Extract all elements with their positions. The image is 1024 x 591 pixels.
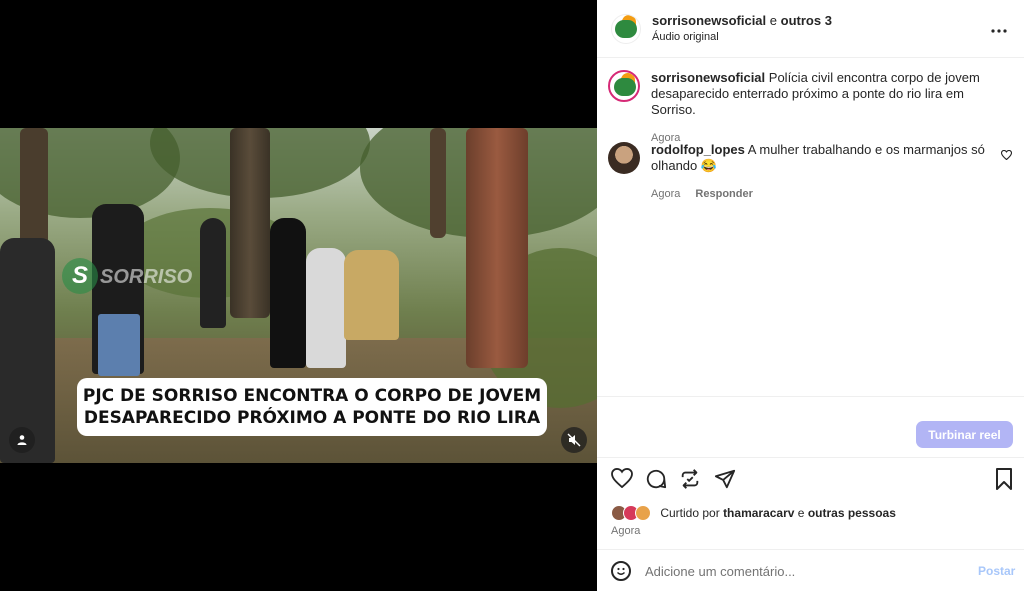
video-person	[270, 218, 306, 368]
video-person	[200, 218, 226, 328]
liker-avatars	[611, 505, 655, 521]
media-panel: S SORRISO PJC DE SORRISO ENCONTRA O CORPO…	[0, 0, 597, 591]
comment-input[interactable]	[645, 560, 965, 582]
likes-connector: e	[797, 506, 805, 520]
comment-username[interactable]: sorrisonewsoficial	[651, 70, 765, 85]
send-icon[interactable]	[713, 468, 737, 492]
boost-area: Turbinar reel	[597, 396, 1024, 458]
reply-button[interactable]: Responder	[695, 188, 752, 200]
bookmark-icon[interactable]	[992, 468, 1016, 492]
reel-video[interactable]: S SORRISO PJC DE SORRISO ENCONTRA O CORPO…	[0, 128, 597, 463]
comment-icon[interactable]	[644, 468, 668, 492]
post-panel: sorrisonewsoficial e outros 3 Áudio orig…	[597, 0, 1024, 591]
video-watermark: S SORRISO	[62, 258, 192, 294]
comment-time: Agora	[651, 188, 681, 200]
video-tree	[466, 128, 528, 368]
video-tree	[20, 128, 48, 248]
video-caption-line: DESAPARECIDO PRÓXIMO A PONTE DO RIO LIRA	[83, 408, 541, 428]
action-bar	[597, 466, 1024, 496]
boost-reel-button[interactable]: Turbinar reel	[916, 421, 1013, 448]
comment-username[interactable]: rodolfop_lopes	[651, 142, 745, 157]
comment-body: sorrisonewsoficial Polícia civil encontr…	[651, 70, 991, 146]
video-caption: PJC DE SORRISO ENCONTRA O CORPO DE JOVEM…	[77, 378, 547, 436]
comments-list: sorrisonewsoficial Polícia civil encontr…	[597, 58, 1024, 396]
header-connector: e	[769, 13, 778, 28]
heart-icon[interactable]	[1000, 149, 1013, 163]
video-person	[344, 250, 399, 340]
header-author: sorrisonewsoficial e outros 3	[652, 13, 832, 28]
audio-label[interactable]: Áudio original	[652, 31, 719, 43]
likes-summary: Curtido por thamaracarv e outras pessoas	[611, 505, 896, 523]
video-tree	[430, 128, 446, 238]
others-likes-link[interactable]: outras pessoas	[808, 506, 896, 520]
post-button[interactable]: Postar	[978, 564, 1015, 578]
emoji-icon[interactable]	[611, 561, 631, 581]
avatar[interactable]	[608, 142, 640, 174]
comment-body: rodolfop_lopes A mulher trabalhando e os…	[651, 142, 991, 202]
liker-username[interactable]: thamaracarv	[723, 506, 794, 520]
author-username[interactable]: sorrisonewsoficial	[652, 13, 766, 28]
post-time: Agora	[611, 525, 641, 537]
heart-icon[interactable]	[610, 467, 634, 492]
post-header: sorrisonewsoficial e outros 3 Áudio orig…	[597, 0, 1024, 58]
repost-icon[interactable]	[678, 468, 702, 492]
add-comment-bar: Postar	[597, 549, 1024, 591]
more-horizontal-icon[interactable]	[991, 17, 1007, 38]
collaborators-link[interactable]: outros 3	[781, 13, 832, 28]
video-tree	[230, 128, 270, 318]
video-person	[306, 248, 346, 368]
volume-mute-icon[interactable]	[561, 427, 587, 453]
avatar[interactable]	[611, 14, 641, 44]
likes-prefix: Curtido por	[660, 506, 720, 520]
video-caption-line: PJC DE SORRISO ENCONTRA O CORPO DE JOVEM	[82, 386, 542, 406]
avatar[interactable]	[608, 70, 640, 102]
user-icon[interactable]	[9, 427, 35, 453]
avatar	[635, 505, 651, 521]
